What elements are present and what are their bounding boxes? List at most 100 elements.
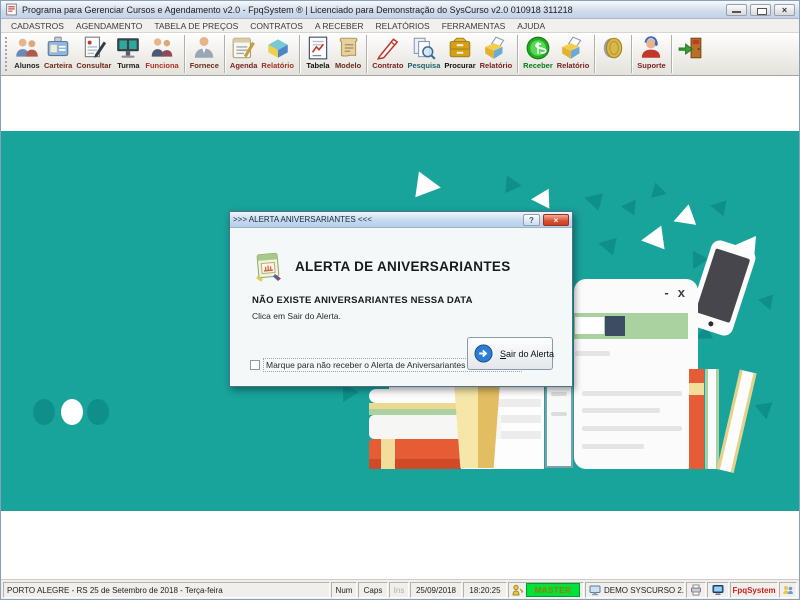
toolbar-button-tabela[interactable]: Tabela (303, 34, 333, 74)
exit-alert-button[interactable]: Sair do Alerta (467, 337, 553, 370)
network-monitor-icon (712, 584, 724, 596)
dialog-instruction: Clica em Sair do Alerta. (252, 311, 341, 321)
status-date: 25/09/2018 (410, 582, 462, 598)
checkbox-box[interactable] (250, 360, 260, 370)
search-cards-icon (411, 35, 437, 61)
book-stack-illustration (369, 389, 461, 403)
toolbar-button-relatorio[interactable]: Relatório (478, 34, 515, 74)
status-system: DEMO SYSCURSO 2.0 (585, 582, 685, 598)
receive-money-icon (525, 35, 551, 61)
status-user-name: MASTER (526, 583, 580, 597)
toolbar-button-relatorio[interactable]: Relatório (555, 34, 592, 74)
dialog-help-button[interactable]: ? (523, 214, 540, 226)
statusbar: PORTO ALEGRE - RS 25 de Setembro de 2018… (1, 579, 799, 600)
menu-ajuda[interactable]: AJUDA (511, 21, 551, 31)
parchment-icon (335, 35, 361, 61)
toolbar-button-modelo[interactable]: Modelo (333, 34, 363, 74)
toolbar-separator (366, 35, 367, 73)
coin-icon (600, 35, 626, 61)
app-icon (5, 3, 18, 16)
menu-ferramentas[interactable]: FERRAMENTAS (436, 21, 512, 31)
toolbar-button-label: Relatório (480, 61, 513, 71)
card-toolbar (574, 313, 688, 339)
alert-dialog: >>> ALERTA ANIVERSARIANTES <<< ? × ALERT… (229, 211, 573, 387)
card-minimize-glyph: - (664, 286, 668, 300)
supplier-icon (191, 35, 217, 61)
toolbar-separator (594, 35, 595, 73)
dialog-heading: ALERTA DE ANIVERSARIANTES (295, 259, 511, 274)
card-close-glyph: x (678, 286, 685, 300)
menu-a-receber[interactable]: A RECEBER (309, 21, 370, 31)
toolbar-button-fornece[interactable]: Fornece (188, 34, 221, 74)
report-box-icon (483, 35, 509, 61)
toolbar-separator (631, 35, 632, 73)
toolbar-button-funciona[interactable]: Funciona (143, 34, 180, 74)
status-user: MASTER (508, 582, 584, 598)
toolbar-button-procurar[interactable]: Procurar (442, 34, 477, 74)
birthday-calendar-icon (252, 250, 284, 282)
toolbar-button-turma[interactable]: Turma (113, 34, 143, 74)
window-titlebar[interactable]: Programa para Gerenciar Cursos e Agendam… (1, 1, 799, 19)
toolbar-button-label: Turma (117, 61, 139, 71)
workspace-bottom (1, 511, 799, 579)
toolbar-button-label: Modelo (335, 61, 361, 71)
dot-white (61, 399, 83, 425)
report-cube-icon (265, 35, 291, 61)
toolbar-drag-handle[interactable] (4, 36, 9, 72)
restore-button[interactable] (750, 4, 771, 16)
status-location: PORTO ALEGRE - RS 25 de Setembro de 2018… (3, 582, 330, 598)
menu-contratos[interactable]: CONTRATOS (244, 21, 309, 31)
status-insert: Ins (389, 582, 409, 598)
toolbar-button-label: Fornece (190, 61, 219, 71)
toolbar-button-exit-door[interactable] (675, 34, 705, 74)
toolbar-button-label: Procurar (444, 61, 475, 71)
toolbar-button-label: Funciona (145, 61, 178, 71)
file-drawer-icon (447, 35, 473, 61)
close-button[interactable]: × (774, 4, 795, 16)
menu-tabela-de-precos[interactable]: TABELA DE PREÇOS (148, 21, 244, 31)
toolbar-button-label: Carteira (44, 61, 72, 71)
toolbar-button-coin[interactable] (598, 34, 628, 74)
staff-icon (149, 35, 175, 61)
toolbar-button-receber[interactable]: Receber (521, 34, 555, 74)
people-icon (782, 584, 794, 596)
report-box-icon (560, 35, 586, 61)
toolbar-button-consultar[interactable]: Consultar (74, 34, 113, 74)
consult-doc-icon (81, 35, 107, 61)
toolbar-button-label: Suporte (637, 61, 665, 71)
toolbar-separator (184, 35, 185, 73)
toolbar-button-pesquisa[interactable]: Pesquisa (405, 34, 442, 74)
status-brand: FpqSystem (730, 582, 778, 598)
toolbar-button-carteira[interactable]: Carteira (42, 34, 74, 74)
status-users (779, 582, 797, 598)
dialog-titlebar[interactable]: >>> ALERTA ANIVERSARIANTES <<< ? × (230, 212, 572, 228)
card-window-controls: - x (664, 286, 685, 300)
toolbar-button-label: Relatório (261, 61, 294, 71)
menu-agendamento[interactable]: AGENDAMENTO (70, 21, 148, 31)
toolbar-separator (299, 35, 300, 73)
toolbar-button-alunos[interactable]: Alunos (12, 34, 42, 74)
status-printer (686, 582, 706, 598)
dot-teal (33, 399, 55, 425)
toolbar-separator (224, 35, 225, 73)
toolbar-button-relatorio[interactable]: Relatório (259, 34, 296, 74)
toolbar-button-suporte[interactable]: Suporte (635, 34, 667, 74)
minimize-button[interactable] (726, 4, 747, 16)
workspace-top (1, 76, 799, 131)
dialog-title: >>> ALERTA ANIVERSARIANTES <<< (233, 215, 523, 224)
menu-cadastros[interactable]: CADASTROS (5, 21, 70, 31)
toolbar-button-label: Tabela (306, 61, 329, 71)
toolbar-separator (671, 35, 672, 73)
status-system-name: DEMO SYSCURSO 2.0 (604, 586, 685, 595)
toolbar-button-label: Alunos (14, 61, 39, 71)
toolbar-separator (517, 35, 518, 73)
dialog-close-button[interactable]: × (543, 214, 569, 226)
exit-alert-button-label: Sair do Alerta (500, 349, 554, 359)
support-person-icon (638, 35, 664, 61)
toolbar-button-contrato[interactable]: Contrato (370, 34, 405, 74)
menu-relatorios[interactable]: RELATÓRIOS (370, 21, 436, 31)
printer-icon (690, 584, 702, 596)
class-monitors-icon (115, 35, 141, 61)
dot-teal (87, 399, 109, 425)
toolbar-button-agenda[interactable]: Agenda (228, 34, 260, 74)
